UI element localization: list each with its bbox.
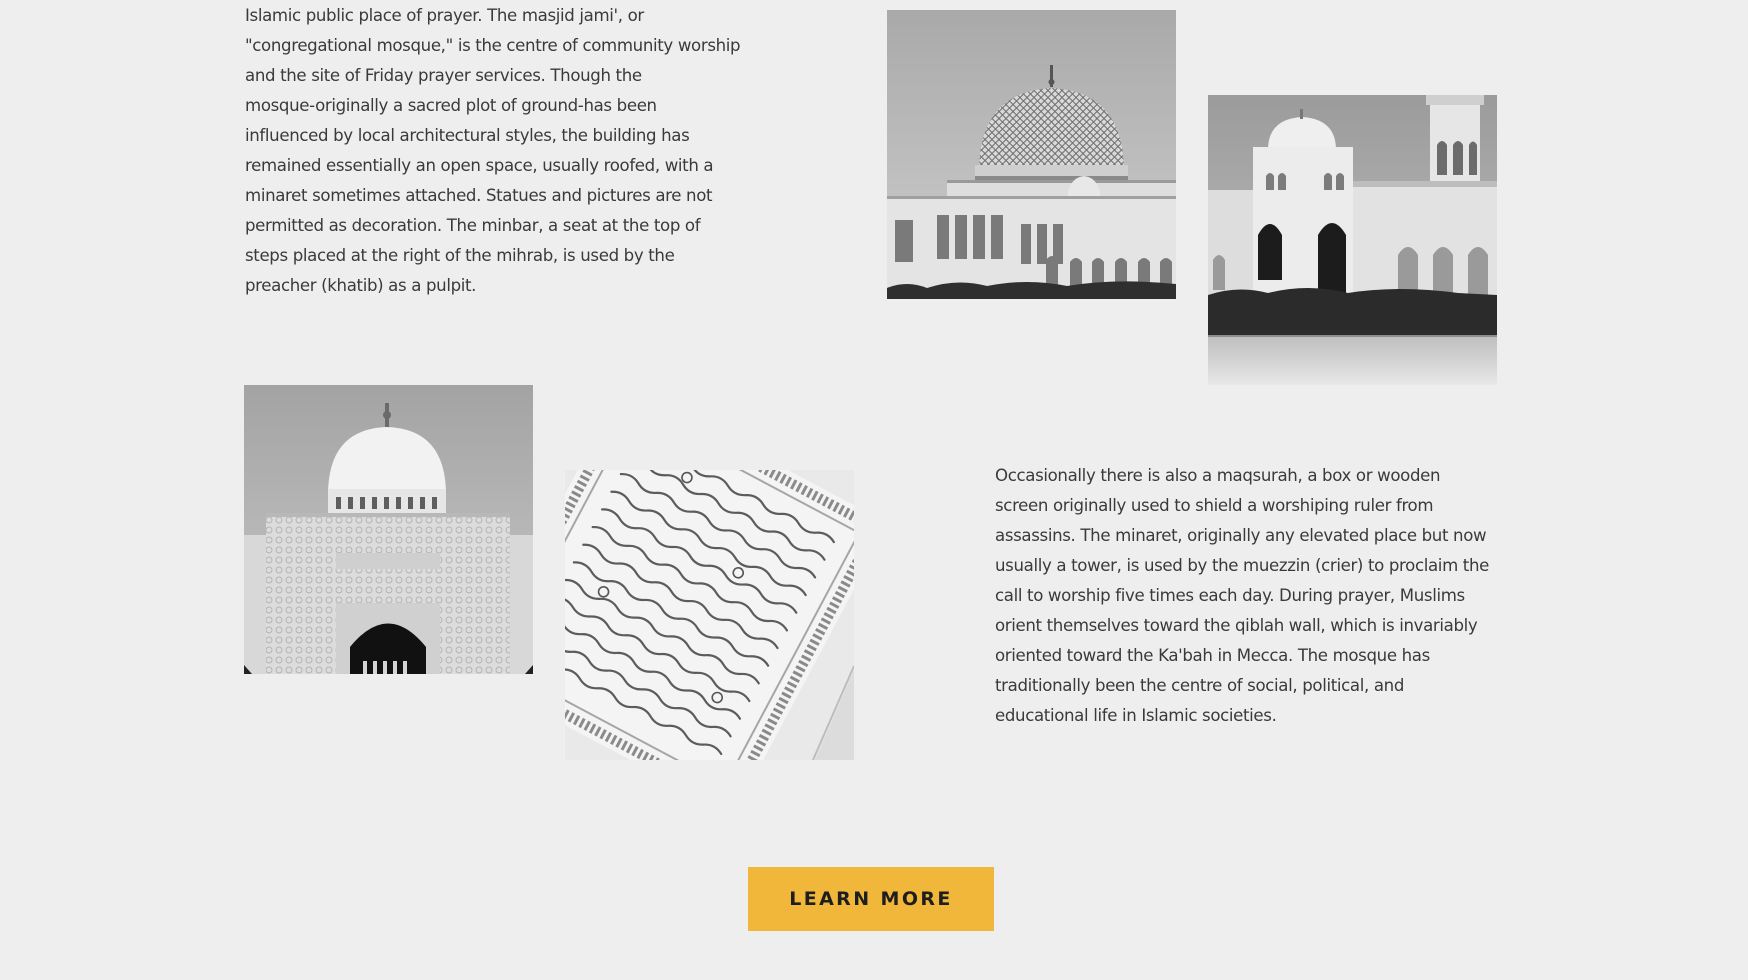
article-section: Islamic public place of prayer. The masj… (0, 0, 1748, 980)
mosque-courtyard-photo (1208, 95, 1497, 385)
mosque-dome-gate-photo (244, 385, 533, 674)
learn-more-button[interactable]: LEARN MORE (748, 867, 994, 931)
maqsurah-paragraph: Occasionally there is also a maqsurah, a… (995, 466, 1489, 725)
mosque-dome-photo (887, 10, 1176, 299)
intro-paragraph: Islamic public place of prayer. The masj… (245, 6, 741, 295)
quran-pages-photo (565, 470, 854, 760)
